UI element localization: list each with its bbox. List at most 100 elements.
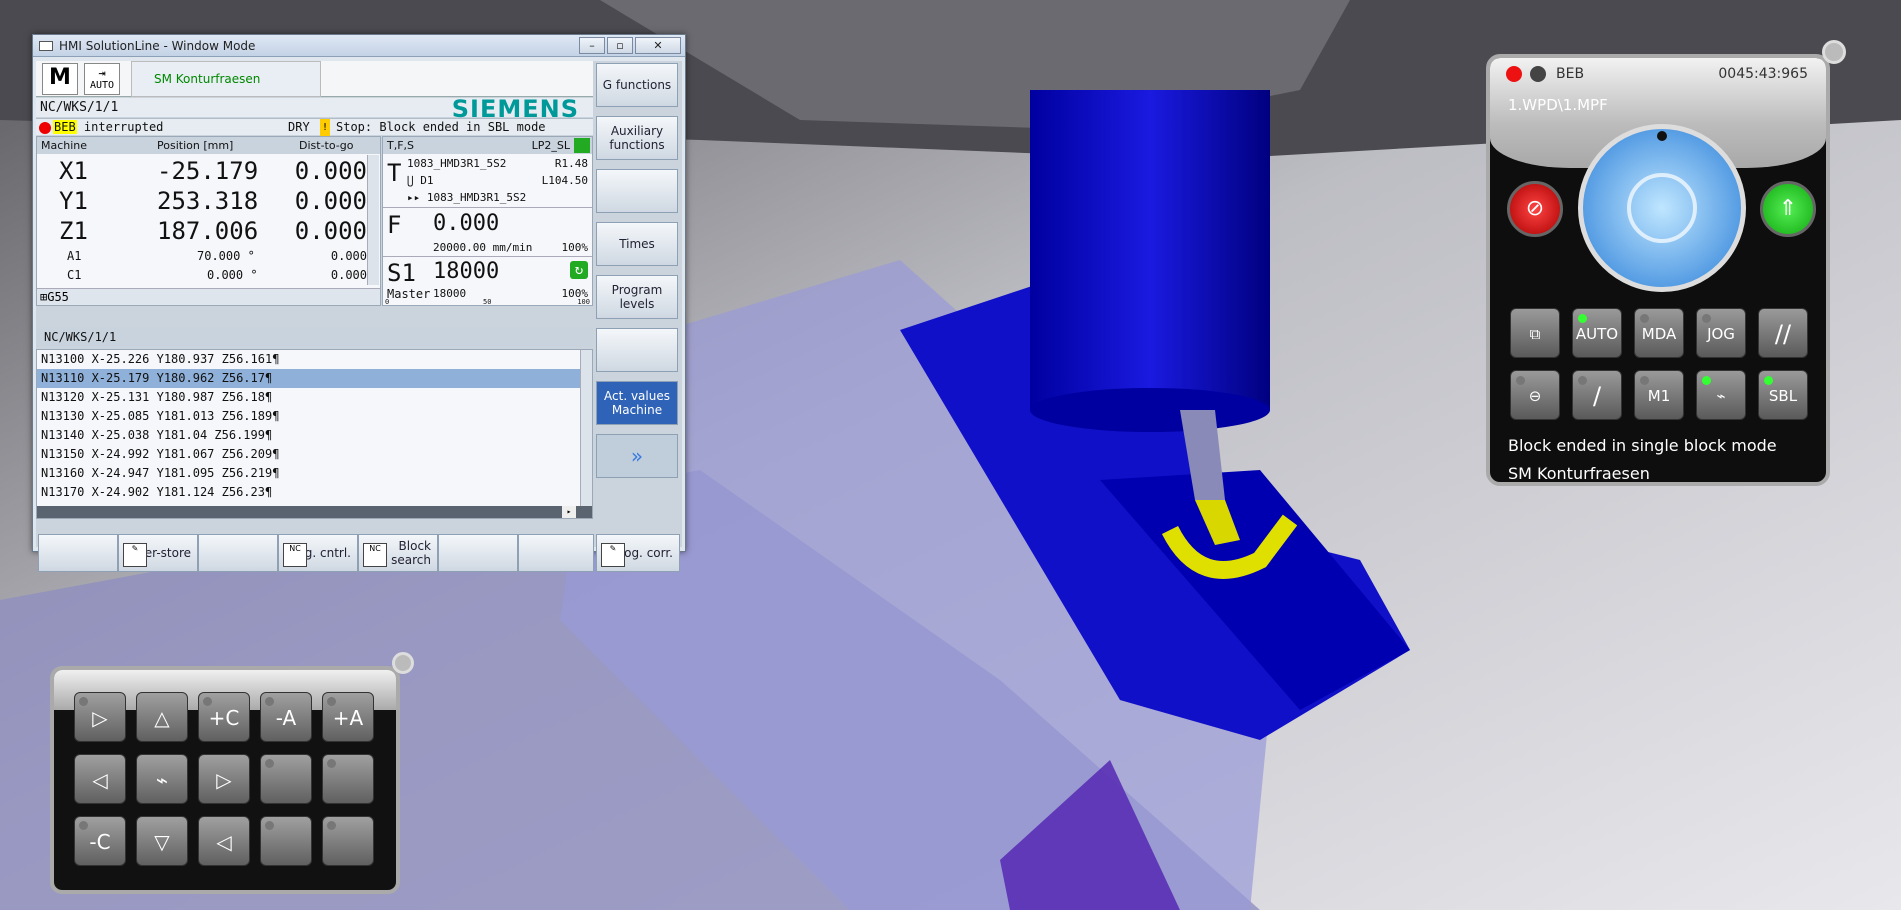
auto-button[interactable]: AUTO	[1572, 308, 1622, 358]
jog-key[interactable]	[260, 816, 312, 866]
jog-key[interactable]: -C	[74, 816, 126, 866]
jog-key[interactable]	[260, 754, 312, 804]
nc-icon: NC	[283, 543, 307, 567]
program-line[interactable]: N13160 X-24.947 Y181.095 Z56.219¶	[37, 464, 592, 483]
maximize-button[interactable]: ▫	[607, 37, 633, 54]
tool-name: 1083_HMD3R1_5S2	[407, 157, 507, 170]
softkey-block-search[interactable]: NC Block search	[358, 534, 438, 572]
softkey-empty[interactable]	[596, 328, 678, 372]
jog-key[interactable]: +A	[322, 692, 374, 742]
axes-scrollbar[interactable]	[367, 155, 379, 285]
col-position: Position [mm]	[157, 139, 234, 152]
channel-label: NC/WKS/1/1 SIEMENS	[36, 97, 593, 121]
led-icon	[1764, 376, 1773, 385]
softkey-more-icon[interactable]: »	[596, 434, 678, 478]
program-line-selected[interactable]: N13110 X-25.179 Y180.962 Z56.17¶	[37, 369, 592, 388]
tool-type-icon: ⋃	[407, 174, 421, 187]
close-button[interactable]: ✕	[635, 37, 681, 54]
auto-arrow-icon: ⇥	[98, 66, 106, 80]
softkey-overstore[interactable]: ✎ Over-store	[118, 534, 198, 572]
softkey-act-values-machine[interactable]: Act. values Machine	[596, 381, 678, 425]
beb-badge: BEB	[53, 120, 77, 134]
softkey-empty[interactable]	[596, 169, 678, 213]
operator-panel: BEB 0045:43:965 1.WPD\1.MPF ⊘ ⇑ ⧉ AUTO M…	[1486, 54, 1830, 486]
rapid-override-button[interactable]: ⌁	[1696, 370, 1746, 420]
softkey-h6[interactable]	[438, 534, 518, 572]
cycle-start-button[interactable]: ⇑	[1760, 181, 1816, 237]
machine-area-icon[interactable]: M	[42, 63, 78, 95]
jog-key[interactable]: ▷	[198, 754, 250, 804]
softkey-times[interactable]: Times	[596, 222, 678, 266]
softkey-h3[interactable]	[198, 534, 278, 572]
dry-run-button[interactable]: ⊖	[1510, 370, 1560, 420]
op-panel-spiral-icon[interactable]	[1822, 40, 1846, 64]
single-block-reset-button[interactable]: ⧉	[1510, 308, 1560, 358]
minimize-button[interactable]: –	[579, 37, 605, 54]
led-icon	[1516, 376, 1525, 385]
mda-button[interactable]: MDA	[1634, 308, 1684, 358]
scale-min: 0	[385, 298, 390, 306]
softkey-program-levels[interactable]: Program levels	[596, 275, 678, 319]
softkey-auxiliary-functions[interactable]: Auxiliary functions	[596, 116, 678, 160]
jog-key[interactable]	[322, 754, 374, 804]
axes-panel: Machine Position [mm] Dist-to-go X1 -25.1…	[36, 136, 381, 306]
jog-key[interactable]: ◁	[74, 754, 126, 804]
key-label: -A	[275, 706, 297, 730]
cycle-stop-button[interactable]: ⊘	[1507, 181, 1563, 237]
softkey-prog-cntrl[interactable]: NC Prog. cntrl.	[278, 534, 358, 572]
edit-icon: ✎	[601, 543, 625, 567]
program-line[interactable]: N13170 X-24.902 Y181.124 Z56.23¶	[37, 483, 592, 502]
program-line[interactable]: N13150 X-24.992 Y181.067 Z56.209¶	[37, 445, 592, 464]
skip-block-button[interactable]: /	[1572, 370, 1622, 420]
program-line[interactable]: N13140 X-25.038 Y181.04 Z56.199¶	[37, 426, 592, 445]
rapid-key[interactable]: ⌁	[136, 754, 188, 804]
jog-key[interactable]	[322, 816, 374, 866]
tool-position: LP2_SL	[531, 139, 570, 152]
program-line[interactable]: N13120 X-25.131 Y180.987 Z56.18¶	[37, 388, 592, 407]
axis-row: X1 -25.179 0.000	[37, 157, 367, 187]
jog-key[interactable]: ▷	[74, 692, 126, 742]
dry-badge: DRY	[288, 120, 310, 134]
alarm-led-icon	[1506, 66, 1522, 82]
op-program-name: SM Konturfraesen	[1508, 464, 1650, 483]
jog-key[interactable]: ▽	[136, 816, 188, 866]
status-state: interrupted	[83, 120, 164, 134]
led-icon	[1640, 314, 1649, 323]
tfs-panel: T,F,S LP2_SL T 1083_HMD3R1_5S2 R1.48 ⋃ D1…	[382, 136, 593, 306]
jog-key[interactable]: -A	[260, 692, 312, 742]
softkey-prog-corr[interactable]: ✎ Prog. corr.	[596, 534, 680, 572]
program-line[interactable]: N13100 X-25.226 Y180.937 Z56.161¶	[37, 350, 592, 369]
override-knob[interactable]	[1578, 124, 1746, 292]
led-icon	[265, 821, 274, 830]
spindle-rotation-icon: ↻	[570, 261, 588, 279]
key-label: ▽	[154, 830, 170, 854]
softkey-h7[interactable]	[518, 534, 594, 572]
jog-key[interactable]: △	[136, 692, 188, 742]
softkey-h1[interactable]	[38, 534, 118, 572]
axis-row: A1 70.000 ° 0.000	[37, 249, 367, 267]
led-icon	[1640, 376, 1649, 385]
sbl-button[interactable]: SBL	[1758, 370, 1808, 420]
scale-mid: 50	[483, 298, 492, 306]
softkey-g-functions[interactable]: G functions	[596, 63, 678, 107]
jog-key[interactable]: ◁	[198, 816, 250, 866]
feed-hold-button[interactable]: //	[1758, 308, 1808, 358]
spindle-scale: 0 50 100	[383, 299, 592, 306]
jog-button[interactable]: JOG	[1696, 308, 1746, 358]
keypad-spiral-icon[interactable]	[392, 652, 414, 674]
jog-key[interactable]: +C	[198, 692, 250, 742]
op-btn-label: M1	[1647, 387, 1671, 405]
axis-row: Y1 253.318 0.000	[37, 187, 367, 217]
jog-keypad: ▷ △ +C -A +A ◁ ⌁ ▷ -C ▽ ◁	[50, 666, 400, 894]
axis-name: A1	[67, 249, 82, 263]
scroll-right-icon[interactable]: ▸	[562, 506, 576, 518]
program-scrollbar[interactable]	[580, 350, 592, 506]
frame-label: G55	[47, 290, 69, 304]
tool-status-icon	[574, 138, 590, 153]
axis-dtg: 0.000	[294, 187, 367, 215]
key-label: △	[154, 706, 170, 730]
program-line[interactable]: N13130 X-25.085 Y181.013 Z56.189¶	[37, 407, 592, 426]
m1-button[interactable]: M1	[1634, 370, 1684, 420]
window-titlebar[interactable]: HMI SolutionLine - Window Mode – ▫ ✕	[33, 35, 685, 57]
program-hscrollbar[interactable]: ▸	[37, 506, 592, 518]
